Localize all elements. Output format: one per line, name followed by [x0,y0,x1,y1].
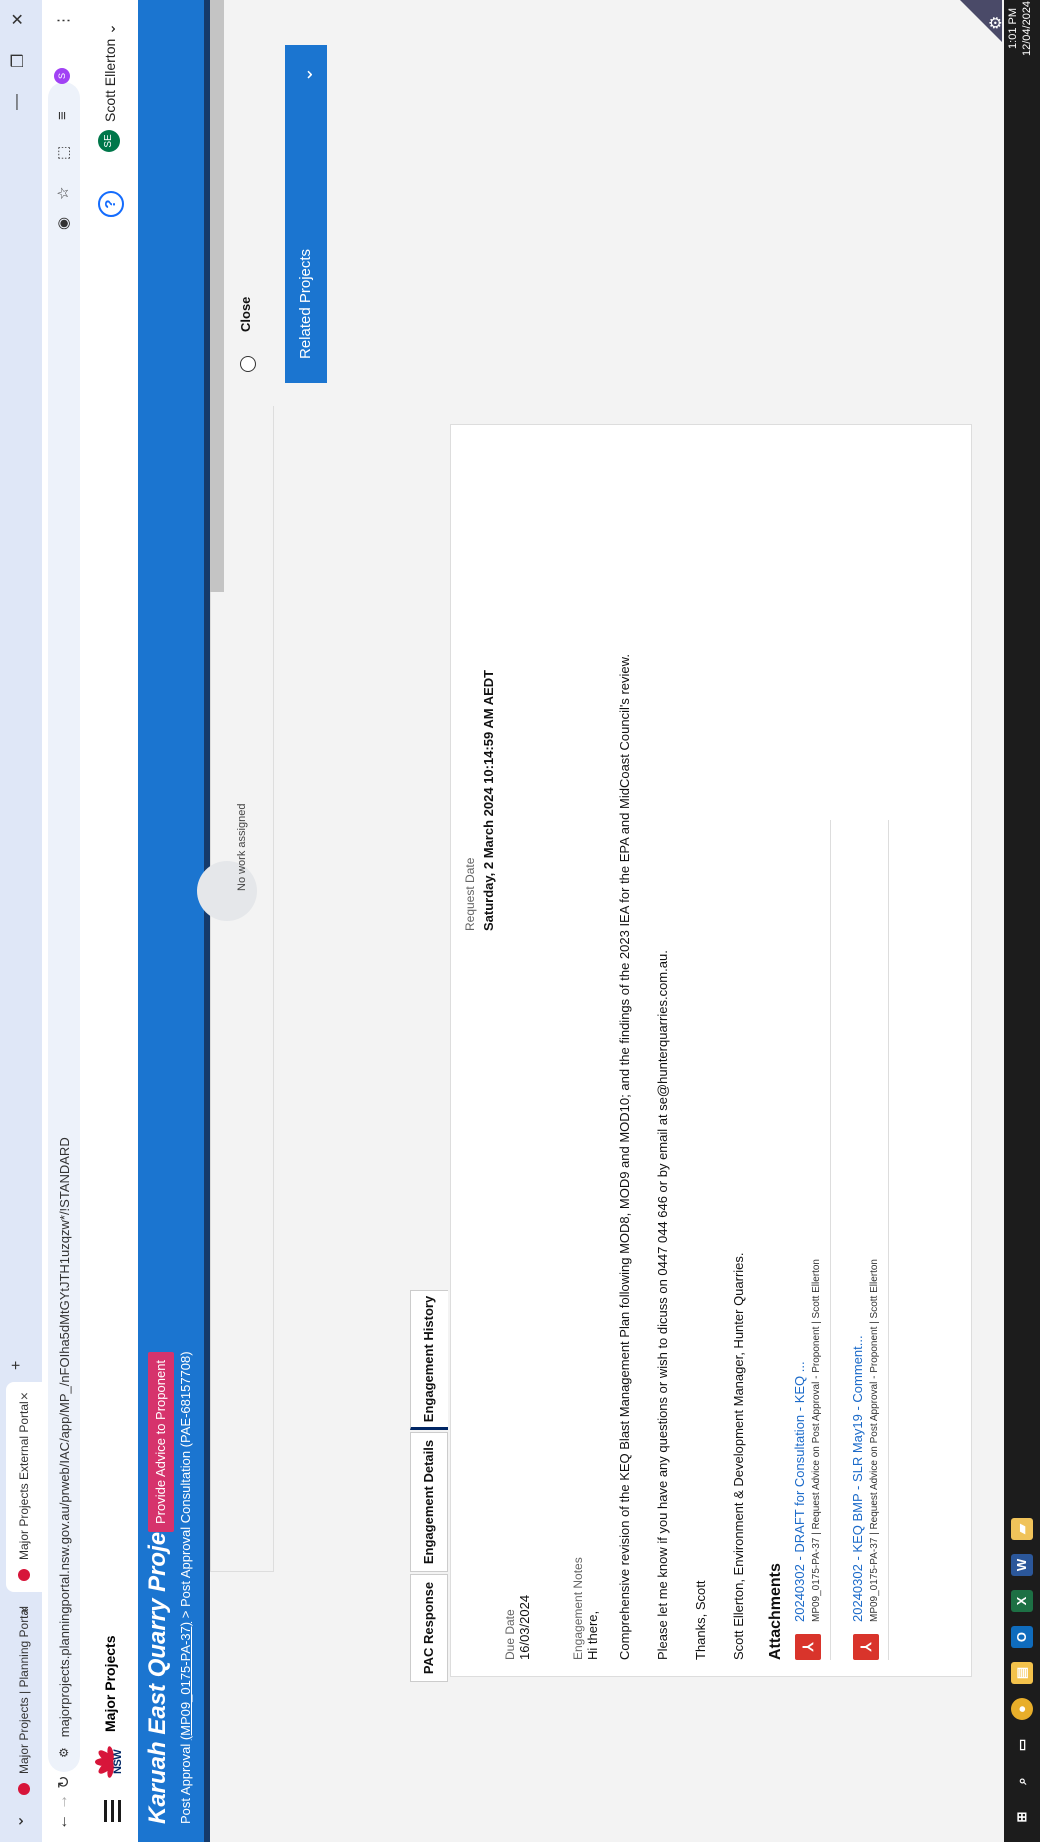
location-icon[interactable]: ◉ [54,217,72,230]
close-tab-icon[interactable]: × [16,1392,32,1400]
chevron-down-icon: ⌄ [296,67,316,83]
reading-list-icon[interactable]: ≡ [54,111,71,120]
nsw-favicon-icon [18,1782,30,1796]
forward-icon[interactable]: → [54,1792,72,1812]
attachment-item[interactable]: ⅄ 20240302 - DRAFT for Consultation - KE… [791,820,831,1660]
engagement-notes-label: Engagement Notes [571,1557,585,1660]
attachments-heading: Attachments [767,1563,784,1660]
engagement-card: Due Date 16/03/2024 Request Date Saturda… [450,424,972,1677]
close-radio[interactable] [240,356,256,372]
browser-tab-strip: ⌄ Major Projects | Planning Portal × Maj… [0,0,42,1842]
url-bar[interactable]: ⚙ majorprojects.planningportal.nsw.gov.a… [48,82,80,1772]
attachment-meta: MP09_0175-PA-37 | Request Advice on Post… [811,1259,822,1622]
attachment-meta: MP09_0175-PA-37 | Request Advice on Post… [869,1259,880,1622]
file-explorer-icon[interactable]: ▤ [1011,1662,1033,1684]
notes-paragraph: Comprehensive revision of the KEQ Blast … [617,654,632,1660]
attachment-item[interactable]: ⅄ 20240302 - KEQ BMP - SLR May19 - Comme… [849,820,889,1660]
attachment-link[interactable]: 20240302 - DRAFT for Consultation - KEQ … [792,1361,807,1622]
close-window-icon[interactable]: ✕ [8,13,28,26]
notes-paragraph: Please let me know if you have any quest… [655,950,670,1660]
user-name: Scott Ellerton [102,38,118,122]
browser-tab-planning-portal[interactable]: Major Projects | Planning Portal × [6,1596,42,1806]
due-date-value: 16/03/2024 [517,1594,532,1660]
excel-icon[interactable]: X [1011,1590,1033,1612]
crumb-root: Post Approval [178,1743,193,1824]
tab-engagement-details[interactable]: Engagement Details [410,1432,448,1572]
new-tab-button[interactable]: + [8,1361,26,1370]
pdf-file-icon: ⅄ [853,1634,879,1660]
windows-start-icon[interactable]: ⊞ [1011,1806,1033,1828]
gov-header: NSW Major Projects ? SE Scott Ellerton ⌄ [86,0,138,1842]
status-badge: Provide Advice to Proponent [148,1351,174,1532]
search-icon[interactable]: ⌕ [1011,1770,1033,1792]
notes-paragraph: Thanks, Scott [693,1580,708,1660]
help-icon[interactable]: ? [98,191,124,217]
chrome-icon[interactable]: ● [1011,1698,1033,1720]
related-projects-label: Related Projects [297,248,314,359]
chevron-down-icon: ⌄ [102,23,118,35]
reload-icon[interactable]: ↻ [54,1772,74,1792]
notes-greeting: Hi there, [585,1610,600,1660]
empty-state-icon [197,861,257,921]
address-toolbar: ← → ↻ ⚙ majorprojects.planningportal.nsw… [42,0,87,1842]
back-icon[interactable]: ← [54,1812,72,1832]
system-clock[interactable]: 1:01 PM 12/04/2024 [1006,1,1034,56]
more-menu-icon[interactable]: ⋮ [54,13,72,28]
browser-tab-title: Major Projects | Planning Portal [17,1606,31,1774]
close-label: Close [238,296,253,332]
project-title: Karuah East Quarry Project [144,1510,171,1824]
crumb-app-link[interactable]: (MP09_0175-PA-37) [178,1622,193,1740]
bookmark-star-icon[interactable]: ☆ [54,187,72,200]
request-date-label: Request Date [463,857,477,931]
tab-pac-response[interactable]: PAC Response [410,1574,448,1682]
minimize-icon[interactable]: — [8,94,26,110]
browser-tab-external-portal[interactable]: Major Projects External Portal × [6,1382,42,1592]
word-icon[interactable]: W [1011,1554,1033,1576]
url-text: majorprojects.planningportal.nsw.gov.au/… [56,1137,72,1738]
extensions-icon[interactable]: ⬚ [54,146,72,160]
tab-search-icon[interactable]: ⌄ [8,1815,28,1828]
gear-icon[interactable]: ⚙ [986,16,1006,30]
horizontal-scrollbar[interactable] [210,0,224,592]
due-date-label: Due Date [503,1609,517,1660]
nsw-favicon-icon [18,1568,30,1582]
side-panel [210,0,1006,406]
user-menu[interactable]: Scott Ellerton ⌄ [102,23,119,122]
site-info-icon[interactable]: ⚙ [57,1747,71,1758]
project-banner: Karuah East Quarry Project Provide Advic… [138,0,210,1842]
clock-date: 12/04/2024 [1021,0,1033,56]
profile-avatar[interactable]: S [54,68,70,84]
notes-signature: Scott Ellerton, Environment & Developmen… [731,1252,746,1660]
crumb-separator: > [178,1610,193,1619]
user-avatar[interactable]: SE [98,130,120,152]
hamburger-menu-icon[interactable] [100,1800,125,1822]
close-tab-icon[interactable]: × [16,1606,32,1614]
app-title[interactable]: Major Projects [102,1636,118,1732]
tab-engagement-history[interactable]: Engagement History [410,1290,448,1430]
breadcrumb: Post Approval (MP09_0175-PA-37) > Post A… [178,1351,193,1824]
nsw-logo-text: NSW [112,1749,124,1774]
browser-tab-title: Major Projects External Portal [17,1401,31,1560]
related-projects-button[interactable]: Related Projects ⌄ [285,45,327,383]
windows-taskbar: ⊞ ⌕ ▭ ● ▤ O X W ▰ 1:01 PM 12/04/2024 [1004,0,1040,1842]
crumb-current: Post Approval Consultation [178,1450,193,1608]
folder-icon[interactable]: ▰ [1011,1518,1033,1540]
empty-worklist-text: No work assigned [236,803,248,891]
task-view-icon[interactable]: ▭ [1011,1734,1033,1756]
attachment-link[interactable]: 20240302 - KEQ BMP - SLR May19 - Comment… [850,1335,865,1622]
rotated-screen: ⌄ Major Projects | Planning Portal × Maj… [0,0,1040,1842]
pdf-file-icon: ⅄ [795,1634,821,1660]
clock-time: 1:01 PM [1007,7,1019,49]
crumb-case-id: (PAE-68157708) [178,1351,193,1448]
outlook-icon[interactable]: O [1011,1626,1033,1648]
request-date-value: Saturday, 2 March 2024 10:14:59 AM AEDT [481,669,496,931]
restore-icon[interactable]: ❐ [8,54,28,68]
